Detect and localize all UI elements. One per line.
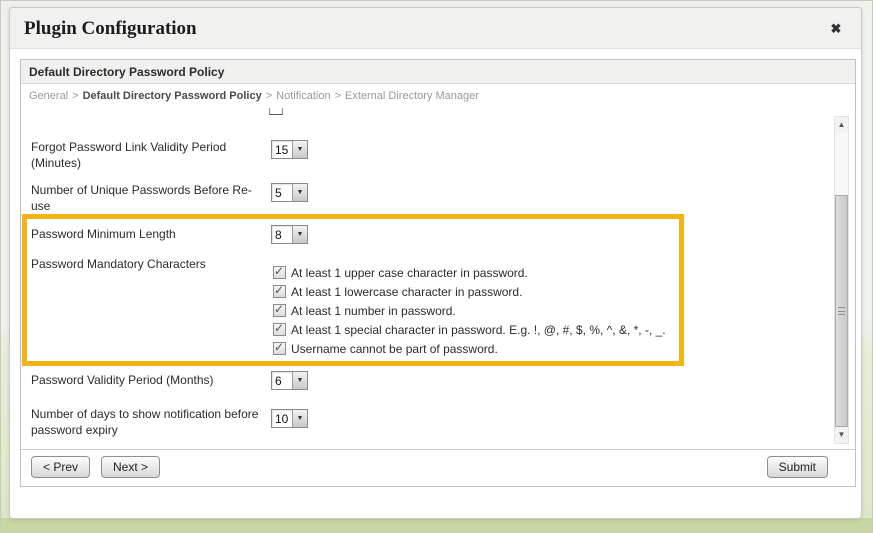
breadcrumb-separator: > (72, 90, 79, 102)
chevron-down-icon: ▼ (292, 184, 307, 201)
select-value: 5 (275, 185, 282, 200)
panel-title: Default Directory Password Policy (29, 65, 225, 79)
page-footer-band (1, 518, 872, 532)
breadcrumb-item-external-directory-manager[interactable]: External Directory Manager (345, 90, 479, 102)
close-icon[interactable]: ✖ (827, 20, 845, 38)
validity-period-select[interactable]: 6 ▼ (271, 371, 308, 390)
select-value: 6 (275, 373, 282, 388)
lowercase-checkbox[interactable]: ✓ (273, 283, 286, 298)
validity-period-label: Password Validity Period (Months) (31, 373, 214, 387)
breadcrumb-item-general[interactable]: General (29, 90, 68, 102)
scrollbar-thumb[interactable] (835, 195, 848, 427)
submit-button[interactable]: Submit (766, 456, 828, 478)
check-icon: ✓ (274, 302, 285, 316)
checkbox-row-number: ✓ At least 1 number in password. (273, 301, 456, 320)
select-value: 10 (275, 411, 289, 426)
username-checkbox[interactable]: ✓ (273, 340, 286, 355)
breadcrumb: General > Default Directory Password Polic… (29, 90, 479, 102)
scrollbar-grip (838, 307, 845, 315)
chevron-down-icon: ▼ (292, 372, 307, 389)
checkbox-row-uppercase: ✓ At least 1 upper case character in pas… (273, 263, 528, 282)
check-icon: ✓ (274, 340, 285, 354)
breadcrumb-item-password-policy[interactable]: Default Directory Password Policy (83, 90, 262, 102)
check-icon: ✓ (274, 283, 285, 297)
select-value: 8 (275, 227, 282, 242)
mandatory-chars-label: Password Mandatory Characters (31, 257, 206, 271)
scroll-down-arrow[interactable]: ▼ (835, 427, 848, 443)
number-checkbox[interactable]: ✓ (273, 302, 286, 317)
triangle-down-icon: ▼ (837, 430, 846, 439)
checkbox-row-username: ✓ Username cannot be part of password. (273, 339, 498, 358)
breadcrumb-separator: > (334, 90, 341, 102)
form-scroll-area: Forgot Password Link Validity Period (Mi… (21, 108, 855, 450)
triangle-up-icon: ▲ (837, 120, 846, 129)
min-length-label: Password Minimum Length (31, 227, 176, 241)
breadcrumb-item-notification[interactable]: Notification (276, 90, 330, 102)
forgot-link-validity-label: Forgot Password Link Validity Period (Mi… (31, 140, 227, 171)
check-icon: ✓ (274, 264, 285, 278)
chevron-down-icon: ▼ (292, 141, 307, 158)
special-char-checkbox[interactable]: ✓ (273, 321, 286, 336)
breadcrumb-separator: > (265, 90, 273, 102)
unique-passwords-select[interactable]: 5 ▼ (271, 183, 308, 202)
vertical-scrollbar[interactable]: ▲ ▼ (834, 116, 849, 444)
unique-passwords-label: Number of Unique Passwords Before Re-use (31, 183, 252, 214)
dialog-title: Plugin Configuration (24, 18, 197, 39)
prev-button[interactable]: < Prev (31, 456, 91, 478)
check-icon: ✓ (274, 321, 285, 335)
notification-days-label: Number of days to show notification befo… (31, 407, 259, 438)
checkbox-label: At least 1 number in password. (291, 303, 456, 318)
checkbox-row-special-char: ✓ At least 1 special character in passwo… (273, 320, 666, 339)
checkbox-label: At least 1 special character in password… (291, 322, 666, 337)
checkbox-row-lowercase: ✓ At least 1 lowercase character in pass… (273, 282, 522, 301)
panel-header: Default Directory Password Policy (21, 60, 855, 84)
checkbox-label: Username cannot be part of password. (291, 341, 498, 356)
next-button[interactable]: Next > (101, 456, 161, 478)
forgot-link-validity-select[interactable]: 15 ▼ (271, 140, 308, 159)
plugin-configuration-dialog: Plugin Configuration ✖ Default Directory… (9, 7, 862, 519)
select-value: 15 (275, 142, 289, 157)
password-policy-panel: Default Directory Password Policy Genera… (20, 59, 856, 487)
uppercase-checkbox[interactable]: ✓ (273, 264, 286, 279)
page-background: Plugin Configuration ✖ Default Directory… (0, 0, 873, 533)
cut-off-dropdown[interactable] (269, 108, 283, 115)
scroll-up-arrow[interactable]: ▲ (835, 117, 848, 133)
chevron-down-icon: ▼ (292, 226, 307, 243)
checkbox-label: At least 1 upper case character in passw… (291, 265, 528, 280)
min-length-select[interactable]: 8 ▼ (271, 225, 308, 244)
dialog-titlebar: Plugin Configuration ✖ (10, 8, 861, 49)
chevron-down-icon: ▼ (292, 410, 307, 427)
checkbox-label: At least 1 lowercase character in passwo… (291, 284, 523, 299)
notification-days-select[interactable]: 10 ▼ (271, 409, 308, 428)
